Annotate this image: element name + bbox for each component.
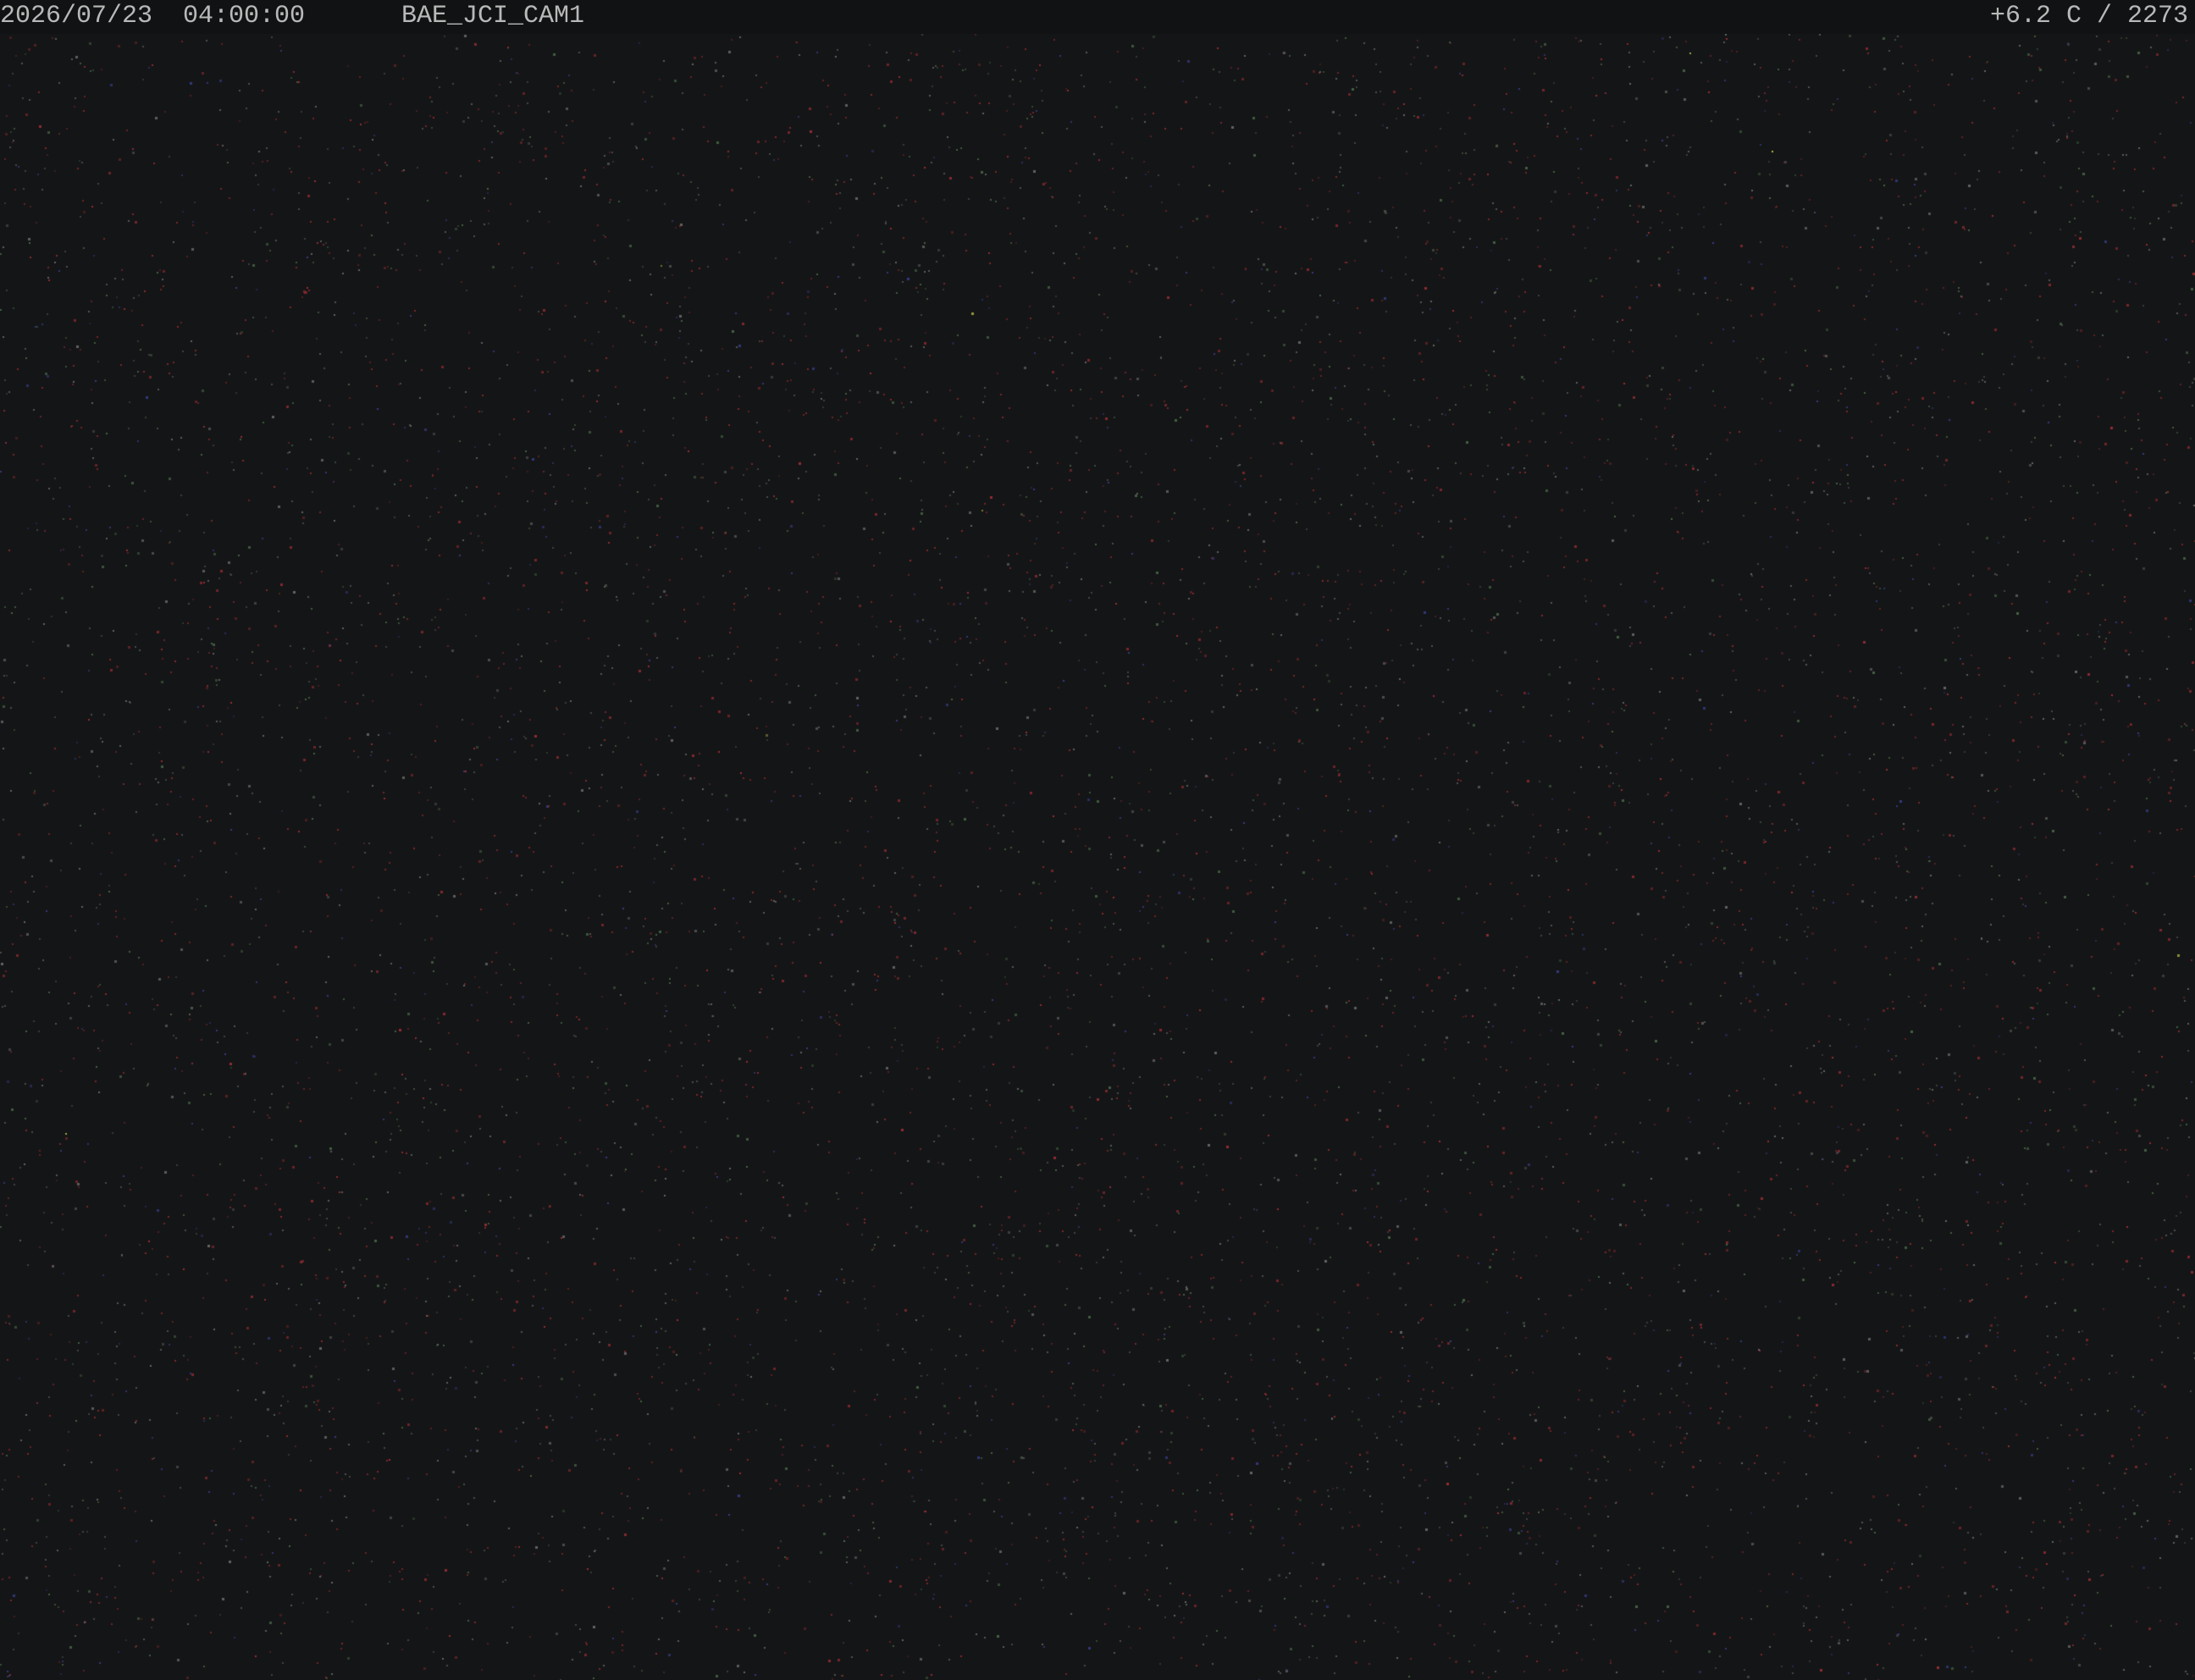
- night-sky-image: [0, 34, 2195, 1680]
- camera-frame: 2026/07/23 04:00:00 BAE_JCI_CAM1 +6.2 C …: [0, 0, 2195, 1680]
- overlay-bar: 2026/07/23 04:00:00 BAE_JCI_CAM1 +6.2 C …: [0, 0, 2195, 34]
- camera-name-text: BAE_JCI_CAM1: [401, 2, 585, 30]
- temperature-text: +6.2 C / 2273: [1989, 2, 2188, 30]
- timestamp-text: 2026/07/23 04:00:00: [0, 2, 306, 30]
